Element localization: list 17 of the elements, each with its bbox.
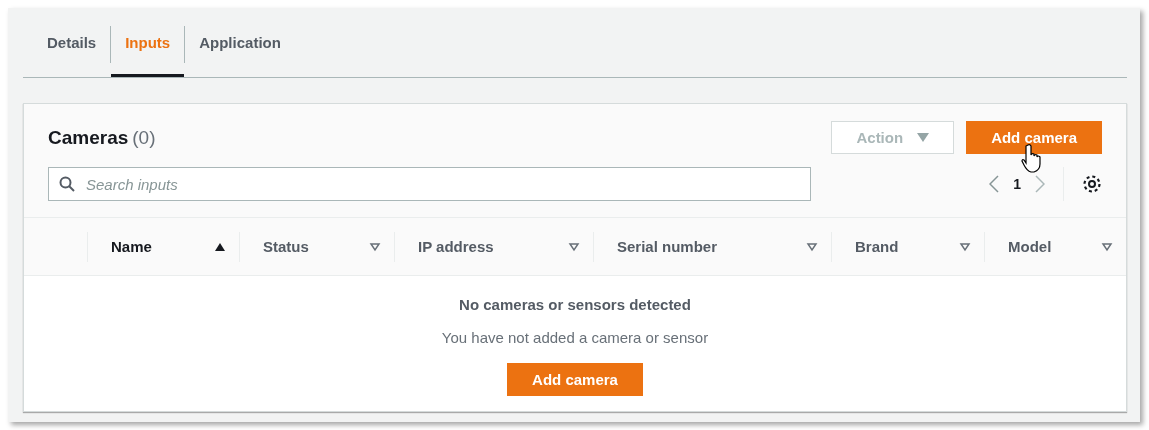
page-number[interactable]: 1 <box>1013 176 1021 192</box>
column-header[interactable]: Brand <box>855 238 899 255</box>
panel-title: Cameras (0) <box>48 126 157 149</box>
column-header[interactable]: Serial number <box>617 238 718 255</box>
column-header[interactable]: IP address <box>418 238 494 255</box>
column-header[interactable]: Model <box>1008 238 1052 255</box>
empty-message: You have not added a camera or sensor <box>441 329 709 346</box>
previous-page-icon[interactable] <box>989 175 1000 193</box>
search-field[interactable]: Search inputs <box>48 167 812 201</box>
tab[interactable]: Application <box>185 8 295 77</box>
column-header[interactable]: Name <box>111 238 152 255</box>
column-header[interactable]: Status <box>263 238 309 255</box>
settings-icon[interactable] <box>1082 174 1102 194</box>
tab[interactable]: Details <box>33 8 111 77</box>
next-page-icon[interactable] <box>1035 175 1045 193</box>
caret-icon <box>917 133 930 142</box>
empty-title: No cameras or sensors detected <box>459 296 691 313</box>
